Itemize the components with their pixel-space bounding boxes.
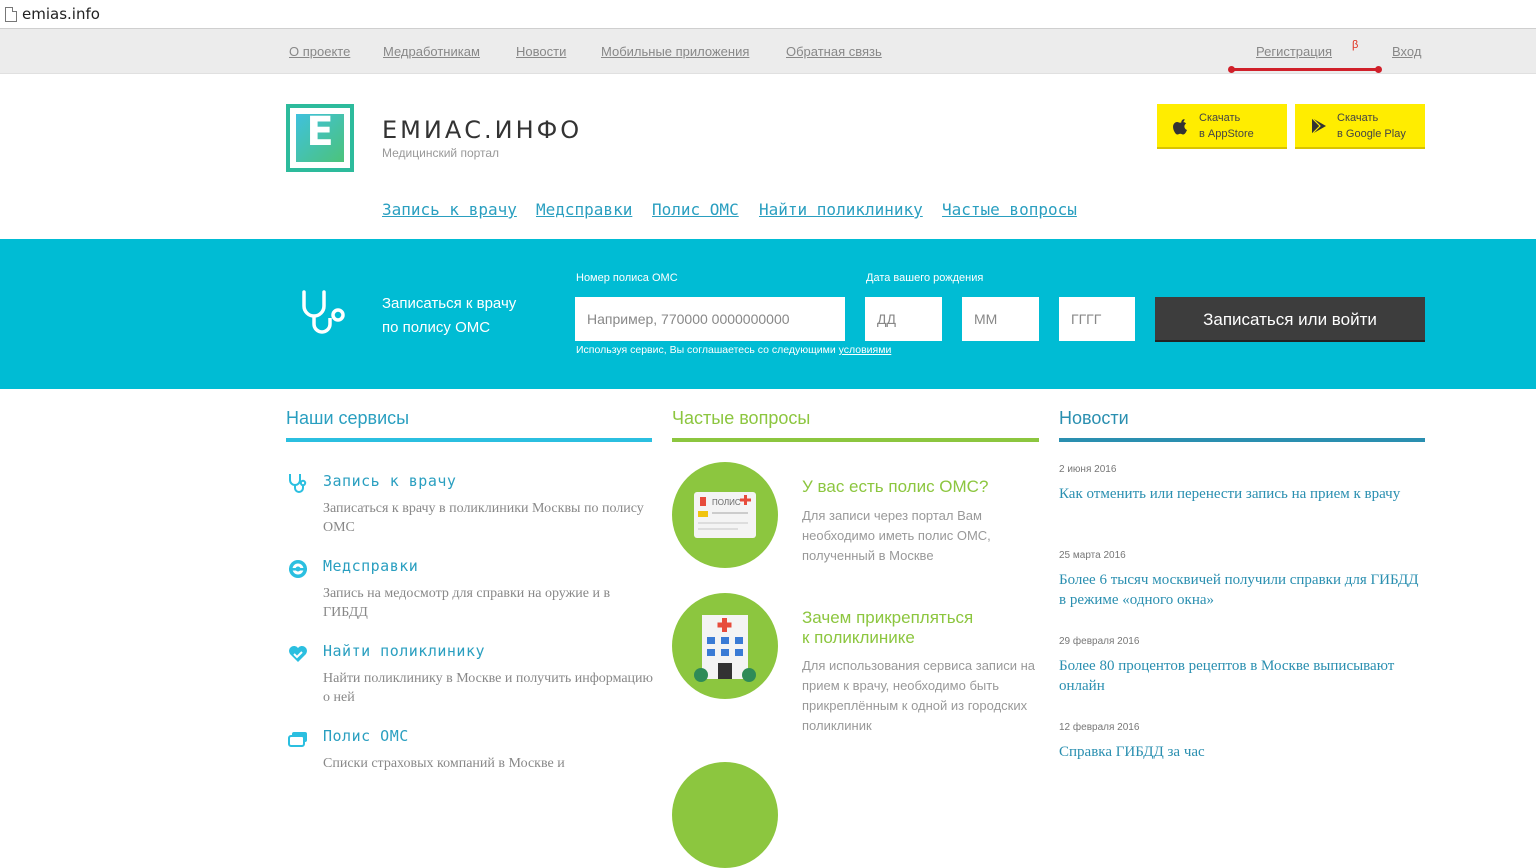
- faq-title: Частые вопросы: [672, 408, 811, 428]
- logo-letter: Е: [306, 109, 334, 155]
- appstore-line1: Скачать: [1199, 112, 1241, 124]
- service-link-find-clinic[interactable]: Найти поликлинику: [323, 642, 485, 660]
- svg-text:ПОЛИС: ПОЛИС: [712, 498, 741, 507]
- googleplay-button[interactable]: Скачать в Google Play: [1295, 104, 1425, 149]
- emias-logo[interactable]: Е: [286, 104, 354, 172]
- service-link-policy[interactable]: Полис ОМС: [323, 727, 409, 745]
- news-link[interactable]: Справка ГИБДД за час: [1059, 742, 1425, 762]
- faq-answer-clinic: Для использования сервиса записи на прие…: [802, 658, 1036, 733]
- topnav-about[interactable]: О проекте: [289, 44, 350, 59]
- news-date: 12 февраля 2016: [1059, 722, 1140, 733]
- topnav-news[interactable]: Новости: [516, 44, 566, 59]
- topnav-medworkers[interactable]: Медработникам: [383, 44, 480, 59]
- year-input[interactable]: ГГГГ: [1059, 297, 1135, 341]
- services-title: Наши сервисы: [286, 408, 410, 428]
- beta-badge: β: [1352, 39, 1359, 51]
- googleplay-line1: Скачать: [1337, 112, 1379, 124]
- hospital-icon: [694, 615, 756, 682]
- policy-number-input[interactable]: Например, 770000 0000000000: [575, 297, 845, 341]
- googleplay-line2: в Google Play: [1337, 128, 1406, 140]
- appstore-line2: в AppStore: [1199, 128, 1254, 140]
- services-divider: [286, 438, 652, 442]
- news-divider: [1059, 438, 1425, 442]
- service-desc-certificates: Запись на медосмотр для справки на оружи…: [323, 586, 611, 620]
- news-date: 25 марта 2016: [1059, 550, 1126, 561]
- terms-link[interactable]: условиями: [839, 344, 892, 356]
- play-icon: [1311, 117, 1326, 135]
- dob-label: Дата вашего рождения: [866, 272, 984, 284]
- heart-check-icon: [289, 646, 307, 662]
- day-input[interactable]: ДД: [865, 297, 942, 341]
- nav-find-clinic[interactable]: Найти поликлинику: [759, 200, 923, 219]
- policy-card-icon: ПОЛИС: [694, 492, 756, 538]
- login-link[interactable]: Вход: [1392, 44, 1421, 59]
- nav-faq[interactable]: Частые вопросы: [942, 200, 1077, 219]
- service-desc-appointment: Записаться к врачу в поликлиники Москвы …: [323, 501, 644, 535]
- service-desc-find-clinic: Найти поликлинику в Москве и получить ин…: [323, 671, 653, 705]
- url-text[interactable]: emias.info: [22, 5, 100, 23]
- faq-third-image[interactable]: [672, 762, 778, 868]
- policy-label: Номер полиса ОМС: [576, 272, 678, 284]
- stethoscope-icon: [289, 474, 307, 493]
- news-date: 29 февраля 2016: [1059, 636, 1140, 647]
- stethoscope-icon: [302, 290, 345, 334]
- topnav-feedback[interactable]: Обратная связь: [786, 44, 882, 59]
- red-annotation-line: [1228, 66, 1382, 73]
- nav-policy[interactable]: Полис ОМС: [652, 200, 739, 219]
- nav-certificates[interactable]: Медсправки: [536, 200, 632, 219]
- topnav-mobile-apps[interactable]: Мобильные приложения: [601, 44, 749, 59]
- faq-answer-policy: Для записи через портал Вам необходимо и…: [802, 508, 991, 563]
- faq-question-policy[interactable]: У вас есть полис ОМС?: [802, 477, 988, 497]
- service-link-certificates[interactable]: Медсправки: [323, 557, 418, 575]
- faq-divider: [672, 438, 1039, 442]
- service-link-appointment[interactable]: Запись к врачу: [323, 472, 456, 490]
- brand-tagline: Медицинский портал: [382, 146, 500, 160]
- news-link[interactable]: Как отменить или перенести запись на при…: [1059, 484, 1425, 504]
- faq-policy-image[interactable]: ПОЛИС: [672, 462, 778, 568]
- faq-question-clinic[interactable]: Зачем прикрепляться к поликлинике: [802, 608, 973, 648]
- steering-wheel-icon: [289, 560, 307, 578]
- news-title: Новости: [1059, 408, 1129, 428]
- booking-title: Записаться к врачу по полису ОМС: [382, 295, 517, 336]
- apple-icon: [1173, 119, 1187, 135]
- nav-appointment[interactable]: Запись к врачу: [382, 200, 517, 219]
- browser-address-bar[interactable]: emias.info: [0, 0, 1536, 29]
- register-link[interactable]: Регистрация: [1256, 44, 1332, 59]
- page-icon: [5, 7, 17, 22]
- news-date: 2 июня 2016: [1059, 464, 1117, 475]
- service-desc-policy: Списки страховых компаний в Москве и: [323, 756, 565, 771]
- card-icon: [288, 732, 307, 747]
- brand-title: ЕМИАС.ИНФО: [382, 116, 583, 144]
- appstore-button[interactable]: Скачать в AppStore: [1157, 104, 1287, 149]
- terms-text: Используя сервис, Вы соглашаетесь со сле…: [576, 344, 892, 356]
- news-link[interactable]: Более 6 тысяч москвичей получили справки…: [1059, 570, 1425, 610]
- submit-button[interactable]: Записаться или войти: [1155, 297, 1425, 342]
- faq-clinic-image[interactable]: [672, 593, 778, 699]
- news-link[interactable]: Более 80 процентов рецептов в Москве вып…: [1059, 656, 1425, 696]
- month-input[interactable]: ММ: [962, 297, 1039, 341]
